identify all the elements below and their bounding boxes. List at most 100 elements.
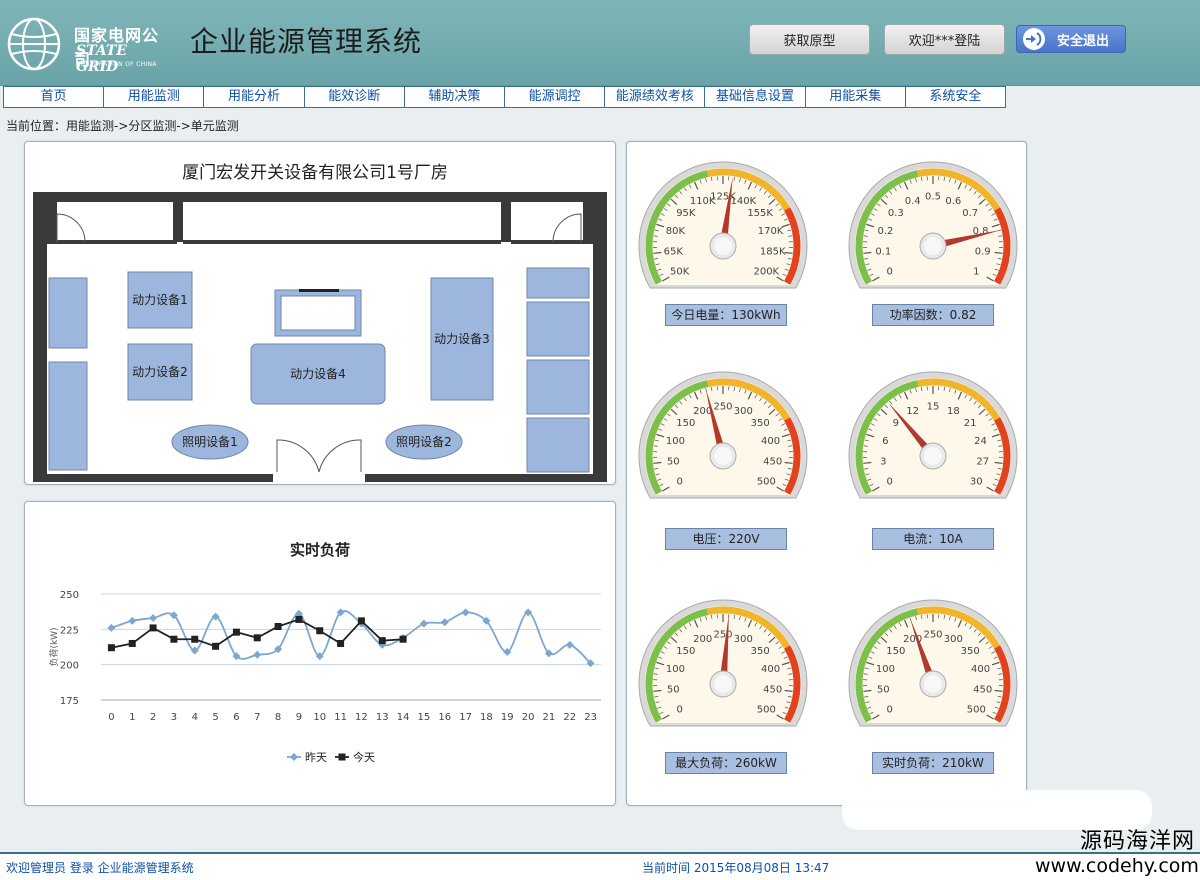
gauge-tick-label: 250 bbox=[923, 630, 942, 641]
chart-point[interactable] bbox=[565, 640, 574, 649]
chart-xtick: 5 bbox=[212, 712, 218, 723]
gauge-hub-inner bbox=[714, 447, 732, 465]
gauge-tick-label: 0.5 bbox=[925, 192, 941, 203]
footer-bar: 欢迎管理员 登录 企业能源管理系统 当前时间 2015年08月08日 13:47 bbox=[0, 852, 1200, 880]
gauge-tick-label: 100 bbox=[666, 436, 685, 447]
get-prototype-button[interactable]: 获取原型 bbox=[749, 24, 870, 55]
nav-item-8[interactable]: 用能采集 bbox=[806, 87, 906, 107]
chart-point[interactable] bbox=[337, 639, 345, 647]
logo-en-text: STATE GRID bbox=[76, 43, 127, 75]
breadcrumb: 当前位置：用能监测->分区监测->单元监测 bbox=[6, 119, 239, 133]
gauge-hub-inner bbox=[714, 675, 732, 693]
gauge-tick-label: 0 bbox=[677, 477, 683, 488]
state-grid-logo: 国家电网公司 STATE GRID CORPORATION OF CHINA bbox=[4, 8, 174, 75]
realtime-load-panel: 实时负荷 负荷(kW) 175 200 225 250 0 1 2 3 4 5 6 7 8 9 10 11 12 13… bbox=[24, 501, 616, 806]
gauge-tick-label: 300 bbox=[734, 634, 753, 645]
gauge-tick bbox=[784, 251, 793, 254]
gauge-tick-label: 3 bbox=[880, 457, 886, 468]
gauge-tick-label: 0.3 bbox=[888, 208, 904, 219]
chart-point[interactable] bbox=[107, 644, 115, 652]
chart-point[interactable] bbox=[212, 642, 220, 650]
chart-point[interactable] bbox=[253, 634, 261, 642]
gauge-tick-label: 185K bbox=[760, 247, 786, 258]
chart-ytick: 200 bbox=[60, 661, 79, 672]
nav-item-9[interactable]: 系统安全 bbox=[906, 87, 1005, 107]
realtime-load-chart: 实时负荷负荷(kW)1752002252500 1 2 3 4 5 6 7 8 9 10 11 12 13… bbox=[48, 541, 601, 764]
nav-item-1[interactable]: 用能监测 bbox=[104, 87, 205, 107]
nav-item-5[interactable]: 能源调控 bbox=[505, 87, 606, 107]
gauge-tick-label: 150 bbox=[886, 646, 905, 657]
gauge-tick-label: 250 bbox=[713, 402, 732, 413]
gauge-tick-label: 0.9 bbox=[975, 247, 991, 258]
floorplan-diagram: 动力设备1 动力设备2 动力设备3 动力设备4 照明设备1 照明设备2 bbox=[33, 192, 607, 482]
chart-point[interactable] bbox=[419, 619, 428, 628]
chart-xtick: 23 bbox=[584, 712, 597, 723]
gauge-tick-label: 500 bbox=[967, 705, 986, 716]
chart-xtick: 21 bbox=[543, 712, 556, 723]
gauge-tick-label: 95K bbox=[676, 208, 696, 219]
welcome-button[interactable]: 欢迎***登陆 bbox=[884, 24, 1005, 55]
gauge-tick bbox=[653, 461, 662, 464]
equipment-power-1-label: 动力设备1 bbox=[132, 293, 188, 307]
gauge-maxload: 0 50 100 150200 250 300350 400 450 500 bbox=[638, 599, 808, 727]
gauge-tick-label: 155K bbox=[747, 208, 773, 219]
chart-point[interactable] bbox=[378, 637, 386, 645]
chart-point[interactable] bbox=[232, 628, 240, 636]
chart-point[interactable] bbox=[107, 623, 116, 632]
footer-time: 当前时间 2015年08月08日 13:47 bbox=[642, 861, 830, 875]
gauge-tick-label: 140K bbox=[731, 196, 757, 207]
chart-xtick: 18 bbox=[480, 712, 493, 723]
chart-point[interactable] bbox=[128, 639, 136, 647]
chart-point[interactable] bbox=[357, 617, 365, 625]
chart-point[interactable] bbox=[295, 615, 303, 623]
gauge-hub-inner bbox=[924, 675, 942, 693]
logout-icon bbox=[1023, 28, 1045, 50]
nav-item-6[interactable]: 能源绩效考核 bbox=[605, 87, 706, 107]
floorplan-title: 厦门宏发开关设备有限公司1号厂房 bbox=[182, 163, 448, 183]
chart-point[interactable] bbox=[316, 627, 324, 635]
gauge-label-voltage: 电压：220V bbox=[665, 528, 787, 550]
gauge-tick bbox=[863, 689, 872, 692]
chart-xtick: 20 bbox=[522, 712, 535, 723]
gauge-hub-inner bbox=[714, 237, 732, 255]
nav-item-2[interactable]: 用能分析 bbox=[204, 87, 305, 107]
gauge-tick-label: 1 bbox=[973, 267, 979, 278]
gauge-tick-label: 0.2 bbox=[877, 226, 893, 237]
nav-item-3[interactable]: 能效诊断 bbox=[305, 87, 405, 107]
gauge-voltage: 0 50 100 150200 250 300350 400 450 500 bbox=[638, 371, 808, 499]
gauge-tick-label: 300 bbox=[734, 406, 753, 417]
chart-ytick: 225 bbox=[60, 625, 79, 636]
nav-item-0[interactable]: 首页 bbox=[4, 87, 105, 107]
gauge-tick-label: 250 bbox=[713, 630, 732, 641]
gauge-tick bbox=[784, 461, 793, 464]
chart-point[interactable] bbox=[191, 635, 199, 643]
chart-point[interactable] bbox=[149, 614, 158, 623]
chart-point[interactable] bbox=[274, 623, 282, 631]
nav-item-4[interactable]: 辅助决策 bbox=[405, 87, 506, 107]
nav-filler bbox=[1006, 86, 1200, 108]
chart-point[interactable] bbox=[128, 616, 137, 625]
chart-point[interactable] bbox=[253, 650, 262, 659]
gauge-tick-label: 450 bbox=[973, 685, 992, 696]
equipment-power-2-label: 动力设备2 bbox=[132, 365, 188, 379]
chart-xtick: 22 bbox=[563, 712, 576, 723]
chart-point[interactable] bbox=[461, 608, 470, 617]
nav-item-7[interactable]: 基础信息设置 bbox=[705, 87, 806, 107]
chart-xtick: 1 bbox=[129, 712, 135, 723]
gauge-tick bbox=[784, 689, 793, 692]
gauge-tick-label: 400 bbox=[761, 664, 780, 675]
chart-point[interactable] bbox=[170, 635, 178, 643]
chart-point[interactable] bbox=[399, 635, 407, 643]
chart-point[interactable] bbox=[440, 618, 449, 627]
chart-point[interactable] bbox=[149, 624, 157, 632]
gauge-tick-label: 80K bbox=[666, 226, 686, 237]
logout-button[interactable]: 安全退出 bbox=[1016, 25, 1126, 53]
chart-xtick: 17 bbox=[459, 712, 472, 723]
gauge-tick-label: 27 bbox=[976, 457, 989, 468]
chart-series-line-0 bbox=[111, 610, 592, 664]
gauge-label-energy: 今日电量：130kWh bbox=[665, 304, 787, 326]
gauge-label-current: 电流：10A bbox=[872, 528, 994, 550]
chart-ytick: 250 bbox=[60, 590, 79, 601]
gauge-tick-label: 9 bbox=[893, 418, 899, 429]
gauge-tick-label: 200 bbox=[693, 406, 712, 417]
